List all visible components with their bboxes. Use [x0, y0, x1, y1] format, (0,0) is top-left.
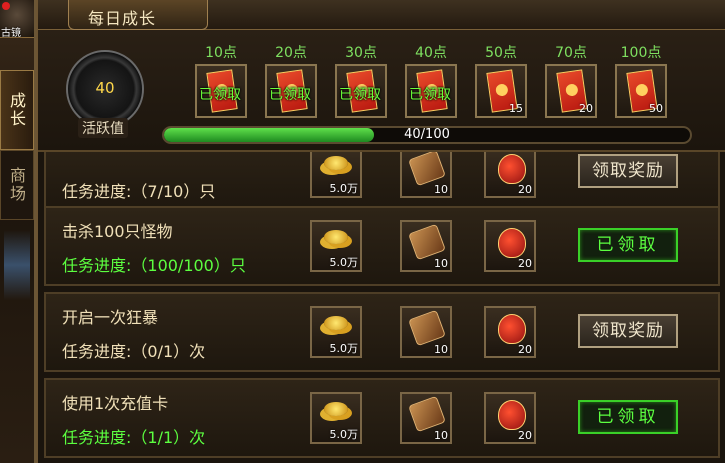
milestone-points: 30点: [345, 45, 377, 61]
milestone-3[interactable]: 40点已领取: [404, 42, 458, 124]
reward-bag[interactable]: 20: [484, 392, 536, 444]
reward-scroll[interactable]: 10: [400, 220, 452, 272]
reward-count: 5.0万: [329, 428, 359, 441]
reward-count: 5.0万: [329, 182, 359, 195]
milestone-1[interactable]: 20点已领取: [264, 42, 318, 124]
tab-growth[interactable]: 成长: [0, 70, 34, 150]
milestone-points: 50点: [485, 45, 517, 61]
reward-count: 5.0万: [329, 342, 359, 355]
reward-count: 10: [434, 343, 448, 356]
milestone-reward-box[interactable]: 50: [615, 64, 667, 118]
reward-count: 10: [434, 429, 448, 442]
task-progress: 任务进度:（1/1）次: [62, 428, 206, 447]
task-row: 击杀100只怪物任务进度:（100/100）只 5.0万 10 20 已领取: [44, 206, 720, 286]
panel-title: 每日成长: [88, 9, 157, 28]
task-row: 开启一次狂暴任务进度:（0/1）次 5.0万 10 20 领取奖励: [44, 292, 720, 372]
task-progress: 任务进度:（100/100）只: [62, 256, 246, 275]
reward-scroll[interactable]: 10: [400, 152, 452, 198]
reward-count: 10: [434, 183, 448, 196]
milestone-status: 已领取: [409, 87, 451, 103]
activity-ring: 40: [66, 50, 144, 128]
avatar-label: 古镜: [1, 28, 21, 39]
milestone-count: 15: [509, 102, 523, 115]
milestone-points: 20点: [275, 45, 307, 61]
task-row: 使用1次充值卡任务进度:（1/1）次 5.0万 10 20 已领取: [44, 378, 720, 458]
avatar[interactable]: 古镜: [0, 0, 34, 39]
milestone-reward-box[interactable]: 15: [475, 64, 527, 118]
scroll-icon: [408, 152, 446, 187]
milestone-points: 70点: [555, 45, 587, 61]
activity-label: 活跃值: [78, 118, 128, 138]
activity-header: 40 活跃值 10点 已领取 20点 已领取 30点 已领取 40点 已领取 50点 15 70点 2…: [38, 30, 725, 152]
milestone-count: 20: [579, 102, 593, 115]
lucky-bag-icon: [498, 400, 526, 430]
notification-dot: [2, 2, 10, 10]
milestone-points: 10点: [205, 45, 237, 61]
reward-count: 20: [518, 257, 532, 270]
lucky-bag-icon: [498, 154, 526, 184]
gold-coin-icon: [324, 156, 348, 170]
milestone-5[interactable]: 70点 20: [544, 42, 598, 124]
reward-gold[interactable]: 5.0万: [310, 152, 362, 198]
milestone-2[interactable]: 30点已领取: [334, 42, 388, 124]
task-name: 使用1次充值卡: [62, 394, 169, 413]
reward-scroll[interactable]: 10: [400, 306, 452, 358]
task-progress: 任务进度:（7/10）只: [62, 182, 216, 201]
claim-reward-button[interactable]: 领取奖励: [578, 314, 678, 348]
scroll-icon: [408, 309, 446, 347]
gold-coin-icon: [324, 230, 348, 244]
reward-gold[interactable]: 5.0万: [310, 392, 362, 444]
task-progress: 任务进度:（0/1）次: [62, 342, 206, 361]
activity-value: 40: [95, 79, 115, 97]
milestone-points: 100点: [620, 45, 662, 61]
reward-gold[interactable]: 5.0万: [310, 306, 362, 358]
scroll-icon: [408, 223, 446, 261]
reward-scroll[interactable]: 10: [400, 392, 452, 444]
portal-glow: [4, 230, 30, 300]
milestone-reward-box[interactable]: 20: [545, 64, 597, 118]
milestone-status: 已领取: [199, 87, 241, 103]
reward-gold[interactable]: 5.0万: [310, 220, 362, 272]
milestone-0[interactable]: 10点已领取: [194, 42, 248, 124]
title-bar: 每日成长: [38, 0, 725, 30]
milestone-4[interactable]: 50点 15: [474, 42, 528, 124]
claimed-badge: 已领取: [578, 228, 678, 262]
task-name: 开启一次狂暴: [62, 308, 159, 327]
task-list[interactable]: 任务进度:（7/10）只 5.0万 10 20 领取奖励 击杀100只怪物 任务进度:（10…: [44, 152, 720, 463]
reward-bag[interactable]: 20: [484, 152, 536, 198]
reward-count: 10: [434, 257, 448, 270]
task-row: 任务进度:（7/10）只 5.0万 10 20 领取奖励: [44, 152, 720, 212]
lucky-bag-icon: [498, 228, 526, 258]
tab-shop[interactable]: 商场: [0, 150, 34, 220]
milestone-points: 40点: [415, 45, 447, 61]
milestone-count: 50: [649, 102, 663, 115]
activity-progress-bar: 40/100: [162, 126, 692, 144]
task-name: 击杀100只怪物: [62, 222, 173, 241]
reward-count: 20: [518, 429, 532, 442]
gold-coin-icon: [324, 402, 348, 416]
scroll-icon: [408, 395, 446, 433]
milestone-6[interactable]: 100点 50: [614, 42, 668, 124]
lucky-bag-icon: [498, 314, 526, 344]
claim-reward-button[interactable]: 领取奖励: [578, 154, 678, 188]
reward-bag[interactable]: 20: [484, 306, 536, 358]
reward-count: 20: [518, 343, 532, 356]
milestone-status: 已领取: [339, 87, 381, 103]
milestone-status: 已领取: [269, 87, 311, 103]
claimed-badge: 已领取: [578, 400, 678, 434]
side-navigation: 古镜 成长 商场: [0, 0, 36, 463]
daily-growth-panel: 每日成长 40 活跃值 10点 已领取 20点 已领取 30点 已领取 40点 已领取 50点 1…: [36, 0, 725, 463]
progress-text: 40/100: [404, 127, 450, 142]
reward-bag[interactable]: 20: [484, 220, 536, 272]
reward-count: 5.0万: [329, 256, 359, 269]
gold-coin-icon: [324, 316, 348, 330]
reward-count: 20: [518, 183, 532, 196]
